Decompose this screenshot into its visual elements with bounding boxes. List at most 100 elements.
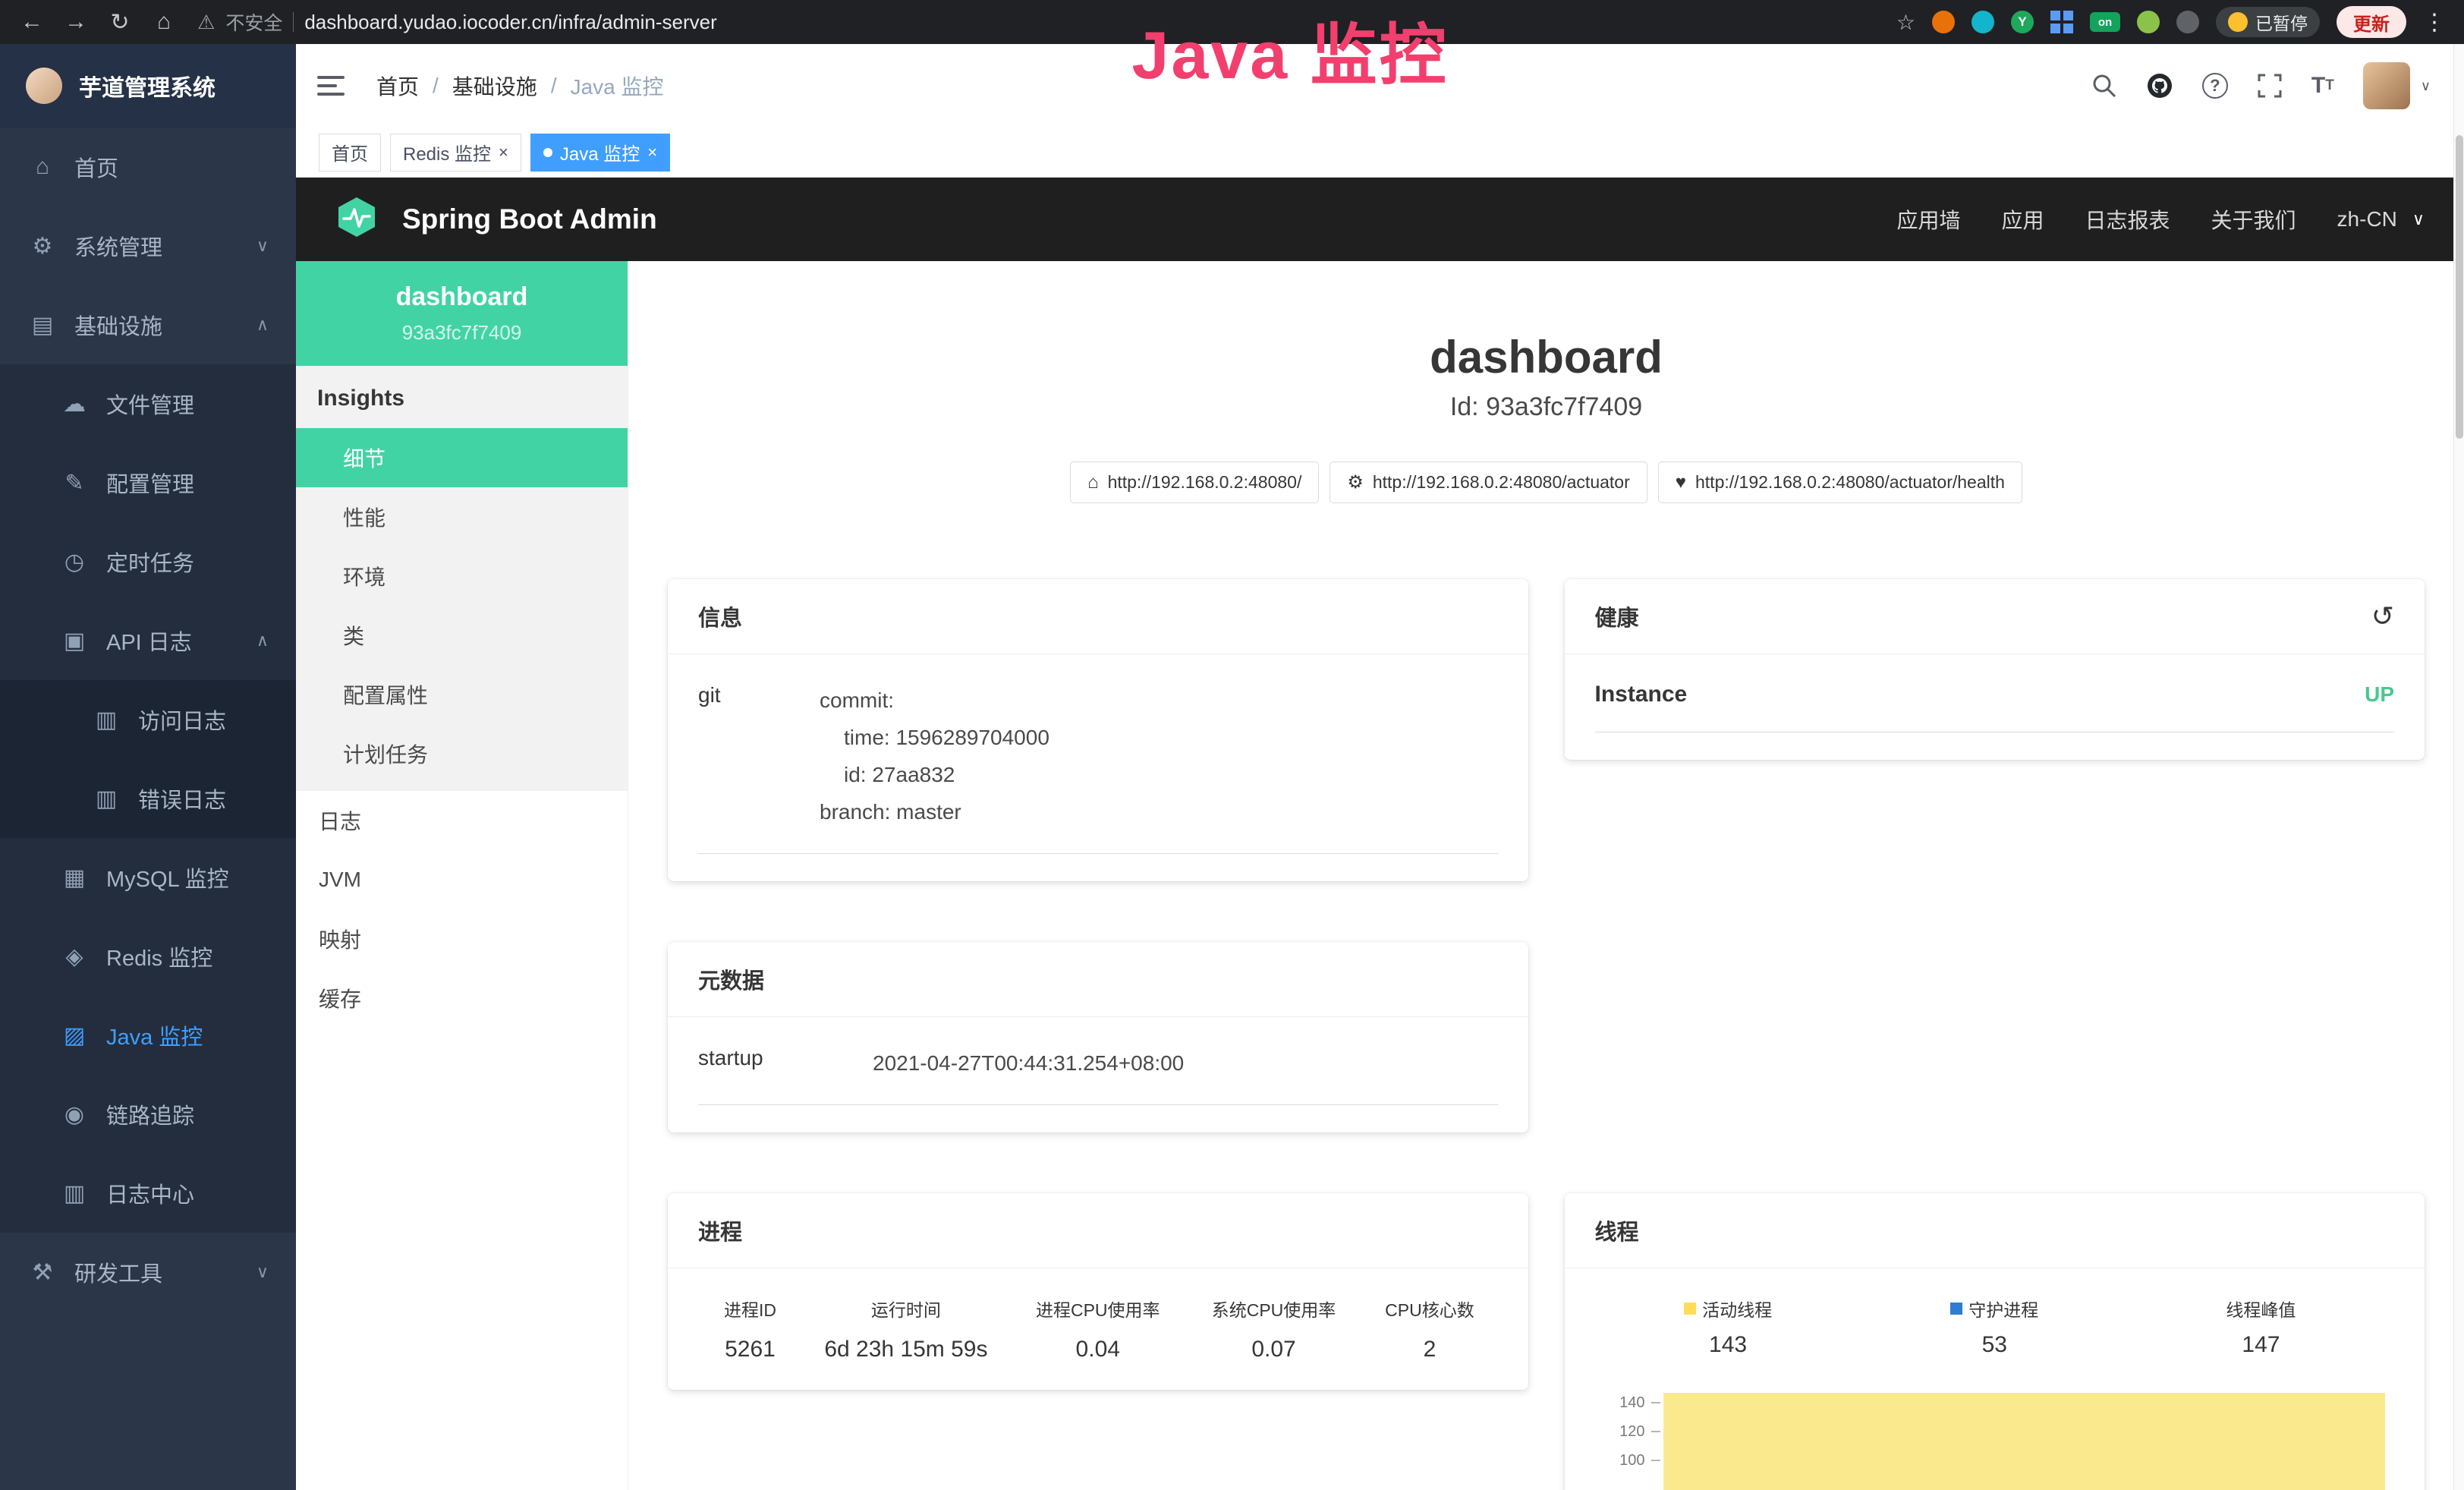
sidebar-item-label: Java 监控 [106, 1019, 203, 1051]
breadcrumb-infrastructure[interactable]: 基础设施 [452, 71, 537, 101]
active-tab-dot [543, 148, 552, 157]
eye-icon: ◉ [59, 1101, 90, 1128]
sba-menu-details[interactable]: 细节 [296, 428, 628, 487]
health-instance-row: Instance UP [1595, 682, 2395, 732]
sidebar-item-label: 链路追踪 [106, 1098, 194, 1130]
sba-nav-journal[interactable]: 日志报表 [2085, 204, 2170, 235]
extension-green-icon[interactable]: Y [2011, 11, 2034, 33]
close-icon[interactable]: × [499, 143, 508, 162]
sba-logo-icon[interactable] [335, 196, 378, 244]
sidebar-item-access-log[interactable]: ▥ 访问日志 [0, 680, 296, 759]
sidebar-item-infrastructure[interactable]: ▤ 基础设施 ∧ [0, 285, 296, 364]
sba-menu-caches[interactable]: 缓存 [296, 969, 628, 1028]
extension-leaf-icon[interactable] [2137, 11, 2160, 33]
sba-nav-about[interactable]: 关于我们 [2211, 204, 2296, 235]
paused-label: 已暂停 [2255, 9, 2308, 35]
metadata-card: 元数据 startup 2021-04-27T00:44:31.254+08:0… [668, 942, 1528, 1132]
tab-redis-monitor[interactable]: Redis 监控 × [390, 134, 521, 172]
chevron-up-icon: ∧ [256, 315, 269, 335]
breadcrumb: 首页 / 基础设施 / Java 监控 [376, 71, 664, 101]
history-icon[interactable]: ↺ [2371, 600, 2394, 632]
legend-daemon-threads: 守护进程 53 [1861, 1296, 2128, 1358]
sidebar-item-redis-monitor[interactable]: ◈ Redis 监控 [0, 917, 296, 996]
home-icon: ⌂ [27, 154, 58, 180]
scrollbar-thumb[interactable] [2456, 135, 2463, 439]
spring-boot-admin: Spring Boot Admin 应用墙 应用 日志报表 关于我们 zh-CN… [296, 178, 2464, 1490]
sba-menu-jvm[interactable]: JVM [296, 850, 628, 909]
sidebar-item-config-management[interactable]: ✎ 配置管理 [0, 443, 296, 522]
sba-menu-logs[interactable]: 日志 [296, 791, 628, 850]
back-icon[interactable]: ← [18, 9, 46, 35]
diamond-icon: ◈ [59, 943, 90, 970]
sba-menu-scheduled-tasks[interactable]: 计划任务 [296, 724, 628, 783]
forward-icon[interactable]: → [62, 9, 90, 35]
search-icon[interactable] [2091, 73, 2117, 99]
hamburger-icon[interactable] [317, 74, 345, 97]
extension-on-toggle-icon[interactable]: on [2090, 12, 2120, 32]
sba-navbar: Spring Boot Admin 应用墙 应用 日志报表 关于我们 zh-CN… [296, 178, 2464, 261]
document-icon: ▥ [91, 707, 121, 733]
app-logo[interactable]: 芋道管理系统 [0, 44, 296, 128]
paused-badge[interactable]: 已暂停 [2216, 7, 2320, 37]
reload-icon[interactable]: ↻ [106, 9, 134, 36]
sidebar-item-file-management[interactable]: ☁ 文件管理 [0, 364, 296, 443]
sba-menu-classes[interactable]: 类 [296, 606, 628, 665]
live-threads-area [1663, 1393, 2386, 1490]
info-key: git [698, 682, 820, 830]
extensions-puzzle-icon[interactable] [2176, 11, 2199, 33]
help-icon[interactable]: ? [2202, 73, 2228, 99]
threads-chart: 140 120 100 [1595, 1385, 2395, 1490]
service-url-button[interactable]: ⌂ http://192.168.0.2:48080/ [1070, 461, 1319, 503]
github-icon[interactable] [2146, 72, 2173, 99]
sba-menu-performance[interactable]: 性能 [296, 487, 628, 547]
sidebar-item-java-monitor[interactable]: ▨ Java 监控 [0, 996, 296, 1075]
process-table: 进程ID 运行时间 进程CPU使用率 系统CPU使用率 CPU核心数 [698, 1296, 1498, 1362]
update-button[interactable]: 更新 [2337, 6, 2406, 38]
home-icon[interactable]: ⌂ [150, 9, 178, 35]
user-avatar[interactable] [2363, 62, 2410, 109]
sidebar-item-scheduled-jobs[interactable]: ◷ 定时任务 [0, 522, 296, 601]
close-icon[interactable]: × [647, 143, 657, 162]
instance-header[interactable]: dashboard 93a3fc7f7409 [296, 261, 628, 366]
sidebar-item-home[interactable]: ⌂ 首页 [0, 128, 296, 206]
sba-brand[interactable]: Spring Boot Admin [402, 203, 657, 235]
extension-grid-icon[interactable] [2050, 11, 2073, 33]
extension-orange-icon[interactable] [1932, 11, 1955, 33]
sba-menu-configprops[interactable]: 配置属性 [296, 665, 628, 724]
sidebar-item-label: MySQL 监控 [106, 862, 229, 893]
process-card-title: 进程 [698, 1214, 742, 1246]
font-size-icon[interactable]: TT [2311, 73, 2334, 99]
tab-home[interactable]: 首页 [319, 134, 381, 172]
browser-menu-icon[interactable]: ⋮ [2423, 9, 2446, 36]
fullscreen-icon[interactable] [2257, 73, 2283, 99]
sidebar-item-log-center[interactable]: ▥ 日志中心 [0, 1154, 296, 1233]
sidebar-item-tracing[interactable]: ◉ 链路追踪 [0, 1075, 296, 1154]
breadcrumb-home[interactable]: 首页 [376, 71, 419, 101]
url-text: dashboard.yudao.iocoder.cn/infra/admin-s… [304, 11, 716, 34]
tab-java-monitor[interactable]: Java 监控 × [530, 134, 670, 172]
sidebar-item-error-log[interactable]: ▥ 错误日志 [0, 759, 296, 838]
sba-nav-wallboard[interactable]: 应用墙 [1896, 204, 1960, 235]
daemon-threads-swatch [1950, 1303, 1962, 1315]
bookmark-star-icon[interactable]: ☆ [1896, 10, 1915, 35]
extension-teal-icon[interactable] [1972, 11, 1994, 33]
sidebar-item-mysql-monitor[interactable]: ▦ MySQL 监控 [0, 838, 296, 917]
health-url-button[interactable]: ♥ http://192.168.0.2:48080/actuator/heal… [1658, 461, 2022, 503]
sba-nav-links: 应用墙 应用 日志报表 关于我们 zh-CN ∨ [1896, 204, 2425, 235]
address-bar[interactable]: ⚠ 不安全 dashboard.yudao.iocoder.cn/infra/a… [197, 8, 717, 36]
threads-card: 线程 活动线程 143 [1565, 1193, 2425, 1490]
page-scrollbar[interactable] [2453, 44, 2464, 1490]
sba-locale-select[interactable]: zh-CN [2337, 207, 2397, 232]
instance-id: 93a3fc7f7409 [311, 321, 612, 345]
sba-menu-mappings[interactable]: 映射 [296, 909, 628, 969]
sba-nav-applications[interactable]: 应用 [2002, 204, 2044, 235]
sidebar-item-system[interactable]: ⚙ 系统管理 ∨ [0, 206, 296, 285]
chevron-down-icon: ∨ [256, 1262, 269, 1282]
header-actions: ? TT ∨ [2091, 62, 2431, 109]
sba-menu-environment[interactable]: 环境 [296, 547, 628, 606]
actuator-url-button[interactable]: ⚙ http://192.168.0.2:48080/actuator [1330, 461, 1647, 503]
sidebar-item-label: 研发工具 [74, 1256, 162, 1288]
sidebar-item-dev-tools[interactable]: ⚒ 研发工具 ∨ [0, 1233, 296, 1312]
sidebar-item-api-log[interactable]: ▣ API 日志 ∧ [0, 601, 296, 680]
cloud-icon: ☁ [59, 391, 90, 417]
